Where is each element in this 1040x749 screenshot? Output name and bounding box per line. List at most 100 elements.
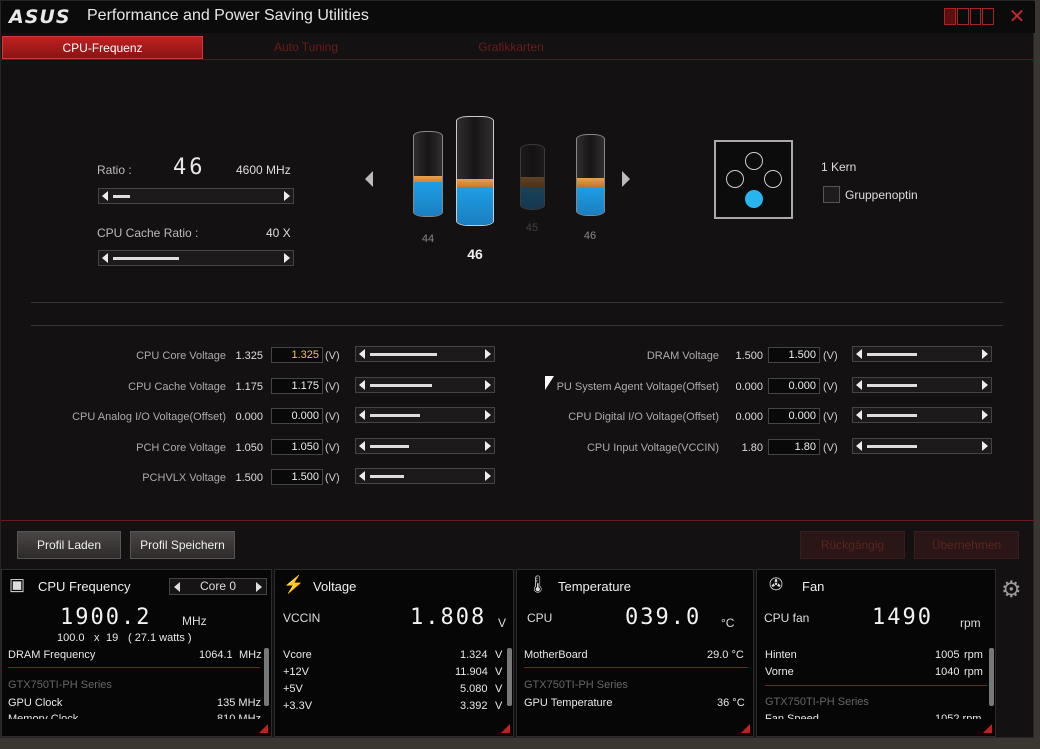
gpu-temp-value: 36 °C xyxy=(717,697,745,709)
voltage-slider[interactable] xyxy=(355,468,495,484)
arrow-right-icon[interactable] xyxy=(284,253,290,263)
arrow-right-icon[interactable] xyxy=(982,349,988,359)
grid-icon[interactable] xyxy=(982,8,994,25)
scrollbar[interactable] xyxy=(264,648,269,706)
voltage-panel: ⚡ Voltage VCCIN 1.808 V Vcore 1.324 V +1… xyxy=(274,569,514,737)
scrollbar[interactable] xyxy=(507,648,512,706)
prev-core-arrow-icon[interactable] xyxy=(365,171,373,187)
slider-fill xyxy=(867,414,917,417)
arrow-left-icon[interactable] xyxy=(856,410,862,420)
core-cylinder[interactable] xyxy=(413,131,443,217)
tab-cpu-frequenz[interactable]: CPU-Frequenz xyxy=(2,36,203,59)
gpu-clock-label: GPU Clock xyxy=(8,697,63,709)
core-cylinder-selected[interactable] xyxy=(456,116,494,226)
arrow-left-icon[interactable] xyxy=(856,440,862,451)
core-dot[interactable] xyxy=(764,170,782,188)
cache-ratio-label: CPU Cache Ratio : xyxy=(97,226,199,240)
expand-corner-icon[interactable] xyxy=(501,724,510,733)
v33-label: +3.3V xyxy=(283,700,313,712)
cache-ratio-slider[interactable] xyxy=(98,250,294,266)
fan-hinten-unit: rpm xyxy=(964,649,983,661)
arrow-right-icon[interactable] xyxy=(982,410,988,420)
group-checkbox[interactable] xyxy=(823,186,840,203)
tab-grafikkarten[interactable]: Grafikkarten xyxy=(411,36,611,59)
arrow-left-icon[interactable] xyxy=(359,471,365,481)
voltage-row: CPU Input Voltage(VCCIN) 1.80 1.80 (V) xyxy=(1,437,1031,458)
core-cylinder[interactable] xyxy=(576,134,605,216)
core-cylinder[interactable] xyxy=(520,144,545,210)
cpu-fan-unit: rpm xyxy=(960,616,981,630)
voltage-unit: (V) xyxy=(823,441,838,454)
undo-button[interactable]: Rückgängig xyxy=(800,531,905,559)
divider xyxy=(8,667,260,668)
expand-corner-icon[interactable] xyxy=(259,724,268,733)
arrow-right-icon[interactable] xyxy=(256,582,262,592)
voltage-input[interactable]: 1.80 xyxy=(768,438,820,455)
cpu-frequency-value: 1900.2 xyxy=(60,605,152,630)
core-select[interactable]: Core 0 xyxy=(169,578,267,595)
layout-icons[interactable] xyxy=(944,8,994,25)
voltage-slider[interactable] xyxy=(852,437,992,454)
v5-unit: V xyxy=(495,683,503,695)
motherboard-value: 29.0 °C xyxy=(707,649,744,661)
slider-fill xyxy=(867,383,917,387)
arrow-left-icon[interactable] xyxy=(102,191,108,201)
next-core-arrow-icon[interactable] xyxy=(622,171,630,187)
cpu-frequency-unit: MHz xyxy=(182,614,207,628)
voltage-slider[interactable] xyxy=(852,376,992,393)
fan-hinten-label: Hinten xyxy=(765,649,797,661)
vcore-label: Vcore xyxy=(283,649,312,661)
core-dot[interactable] xyxy=(726,170,744,188)
core-dot[interactable] xyxy=(745,152,763,170)
gpu-fan-label: Fan Speed xyxy=(765,713,819,719)
arrow-left-icon[interactable] xyxy=(102,253,108,263)
voltage-input[interactable]: 1.500 xyxy=(271,469,323,485)
core-fill xyxy=(521,186,544,209)
load-profile-button[interactable]: Profil Laden xyxy=(17,531,121,559)
arrow-left-icon[interactable] xyxy=(174,582,180,592)
voltage-slider[interactable] xyxy=(852,407,992,423)
home-icon[interactable] xyxy=(944,8,956,25)
close-icon[interactable]: ✕ xyxy=(1007,4,1027,28)
ratio-slider[interactable] xyxy=(98,188,294,204)
arrow-left-icon[interactable] xyxy=(856,349,862,359)
voltage-input[interactable]: 0.000 xyxy=(768,377,820,394)
gear-icon[interactable]: ⚙ xyxy=(1001,576,1027,604)
fan-vorne-unit: rpm xyxy=(964,666,983,678)
arrow-right-icon[interactable] xyxy=(982,379,988,390)
lightning-icon: ⚡ xyxy=(283,575,305,594)
core-label: 45 xyxy=(525,222,539,234)
core-dot-active[interactable] xyxy=(745,190,763,208)
tab-auto-tuning[interactable]: Auto Tuning xyxy=(206,36,406,59)
save-profile-button[interactable]: Profil Speichern xyxy=(130,531,235,559)
temperature-panel: 🌡 Temperature CPU 039.0 °C MotherBoard 2… xyxy=(516,569,754,737)
grid-icon[interactable] xyxy=(969,8,982,25)
voltage-input[interactable]: 0.000 xyxy=(768,408,820,424)
dram-frequency-value: 1064.1 xyxy=(199,649,233,661)
fan-icon: ✇ xyxy=(768,575,784,594)
divider xyxy=(31,325,1003,326)
core-map[interactable] xyxy=(714,140,793,219)
arrow-left-icon[interactable] xyxy=(856,379,862,390)
core-fill xyxy=(577,187,604,215)
voltage-label: PCHVLX Voltage xyxy=(142,472,226,484)
expand-corner-icon[interactable] xyxy=(741,724,750,733)
fan-vorne-label: Vorne xyxy=(765,666,794,678)
voltage-current: 0.000 xyxy=(735,380,763,393)
v33-value: 3.392 xyxy=(460,700,488,712)
voltage-input[interactable]: 1.500 xyxy=(768,347,820,363)
expand-corner-icon[interactable] xyxy=(983,724,992,733)
voltage-row: PCHVLX Voltage 1.500 1.500 (V) xyxy=(1,468,1031,488)
scrollbar[interactable] xyxy=(989,648,994,706)
v12-unit: V xyxy=(495,666,503,678)
divider xyxy=(524,667,748,668)
voltage-row: DRAM Voltage 1.500 1.500 (V) xyxy=(1,346,1031,366)
arrow-right-icon[interactable] xyxy=(485,471,491,481)
arrow-right-icon[interactable] xyxy=(982,440,988,451)
apply-button[interactable]: Übernehmen xyxy=(914,531,1019,559)
voltage-slider[interactable] xyxy=(852,346,992,362)
arrow-right-icon[interactable] xyxy=(284,191,290,201)
grid-icon[interactable] xyxy=(956,8,969,25)
voltage-row: CPU Digital I/O Voltage(Offset) 0.000 0.00… xyxy=(1,407,1031,427)
multiply-sign: x xyxy=(94,632,100,644)
